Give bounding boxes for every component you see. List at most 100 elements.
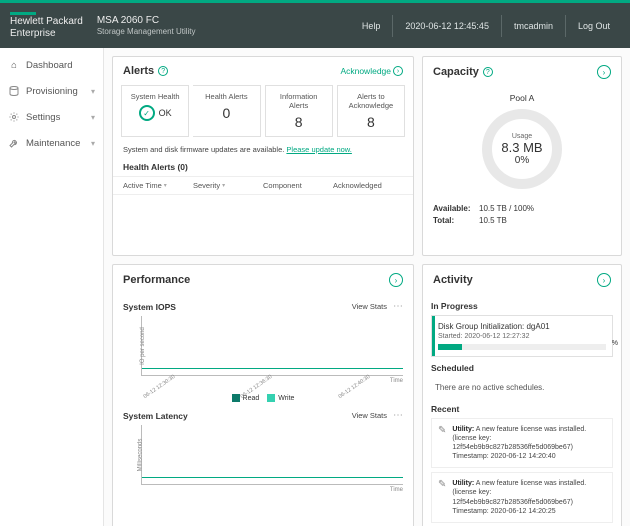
product-block: MSA 2060 FC Storage Management Utility	[97, 15, 196, 36]
help-link[interactable]: Help	[362, 21, 381, 31]
datetime-display: 2020-06-12 12:45:45	[405, 21, 489, 31]
series-line	[142, 477, 403, 478]
x-axis-label: Time	[123, 487, 403, 493]
progress-card: Disk Group Initialization: dgA01 Started…	[431, 315, 613, 357]
health-alerts-empty	[113, 195, 413, 255]
help-icon[interactable]: ?	[158, 66, 168, 76]
more-icon[interactable]: ⋯	[393, 410, 403, 421]
progress-fill	[438, 344, 462, 350]
legend-write: Write	[278, 395, 294, 402]
brand-text-1: Hewlett Packard	[10, 17, 83, 28]
series-line	[142, 368, 403, 369]
panel-title: Performance	[123, 274, 190, 286]
in-progress-heading: In Progress	[431, 301, 613, 311]
ack-alerts-box: Alerts to Acknowledge 8	[337, 85, 405, 137]
box-label: Alerts to Acknowledge	[342, 92, 400, 110]
brand-accent	[10, 12, 36, 15]
chevron-right-icon: ›	[393, 66, 403, 76]
sidebar-item-label: Provisioning	[26, 86, 78, 97]
sidebar-item-label: Settings	[26, 112, 60, 123]
update-now-link[interactable]: Please update now.	[286, 145, 351, 154]
recent-item: ✎ Utility: A new feature license was ins…	[431, 418, 613, 468]
topbar: Hewlett Packard Enterprise MSA 2060 FC S…	[0, 0, 630, 48]
view-stats-link[interactable]: View Stats	[352, 302, 387, 311]
box-value: 0	[197, 105, 255, 121]
usage-percent: 0%	[515, 155, 529, 166]
home-icon: ⌂	[8, 59, 20, 71]
content-area: Alerts ? Acknowledge › System Health ✓ O…	[104, 48, 630, 526]
box-label: Health Alerts	[197, 92, 255, 101]
divider	[501, 15, 502, 37]
performance-panel: Performance › System IOPS View Stats ⋯ I…	[112, 264, 414, 526]
sidebar-item-dashboard[interactable]: ⌂ Dashboard	[0, 52, 103, 78]
available-value: 10.5 TB / 100%	[479, 204, 534, 213]
legend-swatch-write	[267, 394, 275, 402]
disk-icon	[8, 85, 20, 97]
box-value: OK	[159, 108, 172, 118]
capacity-stats: Available:10.5 TB / 100% Total:10.5 TB	[433, 203, 534, 227]
col-severity[interactable]: Severity▾	[193, 181, 263, 190]
brand-text-2: Enterprise	[10, 29, 83, 40]
more-icon[interactable]: ⋯	[393, 301, 403, 312]
activity-panel: Activity › In Progress Disk Group Initia…	[422, 264, 622, 526]
available-label: Available:	[433, 203, 479, 215]
recent-heading: Recent	[431, 404, 613, 414]
acknowledge-link[interactable]: Acknowledge ›	[340, 66, 403, 76]
update-prefix: System and disk firmware updates are ava…	[123, 145, 286, 154]
box-value: 8	[342, 114, 400, 130]
expand-button[interactable]: ›	[389, 273, 403, 287]
pencil-icon: ✎	[438, 425, 446, 461]
divider	[392, 15, 393, 37]
recent-lead: Utility:	[452, 426, 474, 433]
sidebar-item-label: Maintenance	[26, 138, 80, 149]
col-acknowledged[interactable]: Acknowledged	[333, 181, 403, 190]
info-alerts-box: Information Alerts 8	[265, 85, 333, 137]
recent-ts: Timestamp: 2020-06-12 14:20:25	[452, 508, 555, 515]
total-value: 10.5 TB	[479, 216, 507, 225]
capacity-gauge: Usage 8.3 MB 0%	[482, 109, 562, 189]
sidebar-item-maintenance[interactable]: Maintenance ▾	[0, 130, 103, 156]
sidebar-item-provisioning[interactable]: Provisioning ▾	[0, 78, 103, 104]
expand-button[interactable]: ›	[597, 65, 611, 79]
logout-link[interactable]: Log Out	[578, 21, 610, 31]
user-menu[interactable]: tmcadmin	[514, 21, 553, 31]
progress-started: Started: 2020-06-12 12:27:32	[438, 333, 606, 340]
box-label: Information Alerts	[270, 92, 328, 110]
recent-ts: Timestamp: 2020-06-12 14:20:40	[452, 453, 555, 460]
col-component[interactable]: Component	[263, 181, 333, 190]
wrench-icon	[8, 137, 20, 149]
sidebar-item-settings[interactable]: Settings ▾	[0, 104, 103, 130]
legend-swatch-read	[232, 394, 240, 402]
health-alerts-heading: Health Alerts (0)	[113, 158, 413, 176]
view-stats-link[interactable]: View Stats	[352, 411, 387, 420]
total-label: Total:	[433, 215, 479, 227]
expand-button[interactable]: ›	[597, 273, 611, 287]
x-ticks: 06-12 12:30:3006-12 12:36:3006-12 12:40:…	[141, 384, 403, 390]
product-title: MSA 2060 FC	[97, 15, 196, 26]
sort-icon: ▾	[164, 182, 167, 189]
sidebar-item-label: Dashboard	[26, 60, 72, 71]
col-active-time[interactable]: Active Time▾	[123, 181, 193, 190]
latency-chart: Milliseconds	[141, 425, 403, 485]
usage-value: 8.3 MB	[501, 140, 542, 155]
product-subtitle: Storage Management Utility	[97, 27, 196, 36]
progress-pct: %	[612, 340, 618, 347]
sort-icon: ▾	[222, 182, 225, 189]
y-axis-label: IO per second	[140, 327, 146, 365]
iops-chart: IO per second	[141, 316, 403, 376]
recent-item: ✎ Utility: A new feature license was ins…	[431, 472, 613, 522]
help-icon[interactable]: ?	[483, 67, 493, 77]
recent-lead: Utility:	[452, 480, 474, 487]
progress-bar: %	[438, 344, 606, 350]
firmware-update-note: System and disk firmware updates are ava…	[113, 141, 413, 158]
pool-name: Pool A	[510, 93, 535, 103]
alerts-panel: Alerts ? Acknowledge › System Health ✓ O…	[112, 56, 414, 256]
panel-title: Alerts	[123, 65, 154, 77]
chevron-down-icon: ▾	[91, 139, 95, 148]
health-alerts-box: Health Alerts 0	[193, 85, 260, 137]
chart-title-latency: System Latency	[123, 411, 188, 421]
gear-icon	[8, 111, 20, 123]
pencil-icon: ✎	[438, 479, 446, 515]
acknowledge-label: Acknowledge	[340, 66, 391, 76]
chart-legend: Read Write	[123, 394, 403, 402]
